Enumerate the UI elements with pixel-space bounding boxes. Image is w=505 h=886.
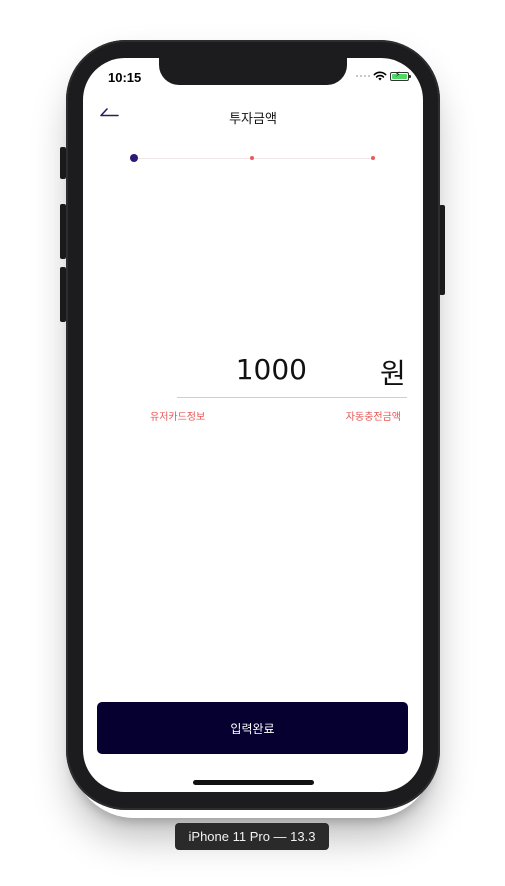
- auto-charge-amount-link[interactable]: 자동충전금액: [346, 408, 401, 423]
- user-card-info-link[interactable]: 유저카드정보: [150, 408, 205, 423]
- page-title: 투자금액: [229, 112, 277, 127]
- step-2: [250, 156, 254, 160]
- submit-button[interactable]: 입력완료: [97, 702, 408, 754]
- status-icons: [356, 70, 411, 81]
- simulator-device-label: iPhone 11 Pro — 13.3: [175, 823, 329, 850]
- stepper-line: [135, 158, 373, 159]
- amount-input[interactable]: 1000: [183, 353, 307, 386]
- status-time: 10:15: [108, 70, 142, 85]
- app-screen: 10:15 투자금액 1000 원 유저카드정보 자동충전금액 입력완료: [83, 58, 423, 792]
- step-3: [371, 156, 375, 160]
- cellular-signal-icon: [356, 75, 370, 77]
- amount-underline: [177, 397, 407, 398]
- amount-unit: 원: [380, 357, 406, 390]
- step-1-active: [130, 154, 138, 162]
- home-indicator: [193, 780, 314, 785]
- battery-charging-icon: [390, 70, 411, 81]
- notch: [159, 58, 347, 85]
- progress-stepper: [129, 154, 377, 164]
- wifi-icon: [373, 71, 387, 81]
